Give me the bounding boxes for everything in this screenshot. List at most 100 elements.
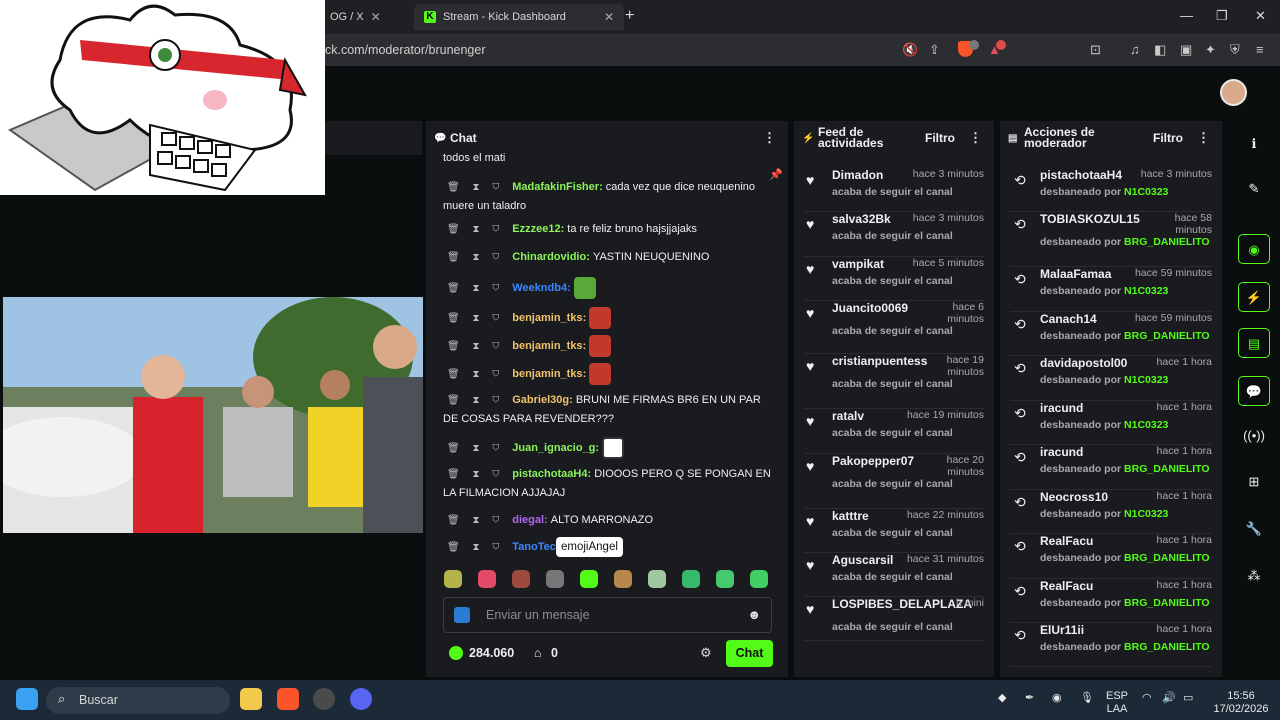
feed-item[interactable]: ♥ katttre hace 22 minutos acaba de seguir e…: [794, 509, 994, 553]
close-icon[interactable]: ✕: [604, 10, 614, 24]
tray-app2-icon[interactable]: ◉: [1052, 692, 1062, 705]
apps-icon[interactable]: ⁂: [1238, 561, 1270, 591]
mod-action-item[interactable]: ⟲ davidapostol00 hace 1 hora desbaneado por…: [1000, 356, 1222, 401]
feed-user[interactable]: Juancito0069: [832, 301, 908, 315]
tab-x[interactable]: OG / X ✕: [320, 4, 410, 30]
wrench-icon[interactable]: 🔧: [1238, 514, 1270, 544]
pin-icon[interactable]: 📌: [769, 168, 783, 181]
emoji-item[interactable]: [512, 570, 530, 588]
broadcast-icon[interactable]: ((•)): [1238, 421, 1270, 451]
mod-action-item[interactable]: ⟲ RealFacu hace 1 hora desbaneado por BRG_D…: [1000, 534, 1222, 579]
battery-icon[interactable]: ▭: [1183, 692, 1193, 705]
feed-item[interactable]: ♥ vampikat hace 5 minutos acaba de seguir e…: [794, 257, 994, 301]
chat-username[interactable]: TanoTec: [512, 541, 556, 553]
mod-target-user[interactable]: iracund: [1040, 401, 1083, 415]
emoji-item[interactable]: [546, 570, 564, 588]
chat-username[interactable]: Ezzzee12: [512, 223, 560, 235]
feed-user[interactable]: katttre: [832, 509, 869, 523]
feed-user[interactable]: cristianpuentess: [832, 354, 927, 368]
emoji-item[interactable]: [580, 570, 598, 588]
avatar[interactable]: [1220, 79, 1247, 106]
url-text[interactable]: ck.com/moderator/brunenger: [325, 43, 486, 57]
chat-username[interactable]: Juan_ignacio_g: [512, 442, 595, 454]
media-icon[interactable]: ♫: [1130, 42, 1140, 57]
emoji-item[interactable]: [648, 570, 666, 588]
info-icon[interactable]: ℹ: [1238, 129, 1270, 159]
menu-icon[interactable]: ≡: [1256, 42, 1264, 57]
wifi-icon[interactable]: ◠: [1142, 692, 1152, 705]
chat-username[interactable]: benjamin_tks: [512, 340, 582, 352]
mod-actor[interactable]: BRG_DANIELITO: [1124, 597, 1210, 609]
chat-emote[interactable]: [589, 307, 612, 329]
mod-tools-icons[interactable]: 🗑 ⧗ ⛉: [447, 515, 512, 526]
feed-user[interactable]: LOSPIBES_DELAPLAZA: [832, 597, 972, 611]
new-tab-button[interactable]: +: [625, 7, 634, 25]
mod-tools-icons[interactable]: 🗑 ⧗ ⛉: [447, 395, 512, 406]
mod-target-user[interactable]: TOBIASKOZUL15: [1040, 212, 1140, 226]
vpn-icon[interactable]: ⛨: [1230, 42, 1240, 58]
emoji-item[interactable]: [716, 570, 734, 588]
chat-username[interactable]: MadafakinFisher: [512, 181, 599, 193]
feed-user[interactable]: salva32Bk: [832, 212, 891, 226]
chat-username[interactable]: Chinardovidio: [512, 251, 586, 263]
mod-action-item[interactable]: ⟲ pistachotaaH4 hace 3 minutos desbaneado p…: [1000, 168, 1222, 212]
mod-action-item[interactable]: ⟲ MalaaFamaa hace 59 minutos desbaneado por…: [1000, 267, 1222, 312]
tab-kick-dashboard[interactable]: K Stream - Kick Dashboard ✕: [414, 4, 624, 30]
mod-tools-icons[interactable]: 🗑 ⧗ ⛉: [447, 469, 512, 480]
wallet-icon[interactable]: ▣: [1180, 42, 1192, 58]
mod-actor[interactable]: N1C0323: [1124, 508, 1168, 520]
emoji-item[interactable]: [444, 570, 462, 588]
mod-actor[interactable]: BRG_DANIELITO: [1124, 330, 1210, 342]
emoji-item[interactable]: [750, 570, 768, 588]
layout-icon[interactable]: ⊞: [1238, 467, 1270, 497]
reader-icon[interactable]: ⊡: [1090, 42, 1101, 58]
mod-target-user[interactable]: ElUr11ii: [1040, 623, 1084, 637]
brave-browser-icon[interactable]: [277, 688, 299, 710]
feed-item[interactable]: ♥ cristianpuentess hace 19 minutos acaba de…: [794, 354, 994, 409]
edit-icon[interactable]: ✎: [1238, 174, 1270, 204]
mod-target-user[interactable]: Neocross10: [1040, 490, 1108, 504]
window-close-icon[interactable]: ✕: [1255, 8, 1266, 24]
taskbar-search[interactable]: ⌕ Buscar: [46, 687, 230, 714]
feed-item[interactable]: ♥ ratalv hace 19 minutos acaba de seguir el…: [794, 409, 994, 454]
mod-tools-icons[interactable]: 🗑 ⧗ ⛉: [447, 313, 512, 324]
mod-actor[interactable]: BRG_DANIELITO: [1124, 463, 1210, 475]
mod-target-user[interactable]: davidapostol00: [1040, 356, 1127, 370]
chat-username[interactable]: benjamin_tks: [512, 368, 582, 380]
mod-actor[interactable]: BRG_DANIELITO: [1124, 552, 1210, 564]
feed-options-icon[interactable]: ⋮: [969, 130, 982, 146]
mod-tools-icons[interactable]: 🗑 ⧗ ⛉: [447, 283, 512, 294]
volume-icon[interactable]: 🔊: [1162, 692, 1176, 705]
chat-username[interactable]: pistachotaaH4: [512, 468, 587, 480]
chat-bubble-icon[interactable]: 💬: [1238, 376, 1270, 406]
chat-emote[interactable]: [589, 363, 612, 385]
feed-item[interactable]: ♥ Aguscarsil hace 31 minutos acaba de segui…: [794, 553, 994, 597]
emoji-item[interactable]: [478, 570, 496, 588]
mod-target-user[interactable]: RealFacu: [1040, 579, 1093, 593]
mod-actor[interactable]: BRG_DANIELITO: [1124, 641, 1210, 653]
feed-user[interactable]: Dimadon: [832, 168, 883, 182]
kick-emote-icon[interactable]: [454, 607, 470, 623]
feed-item[interactable]: ♥ salva32Bk hace 3 minutos acaba de seguir …: [794, 212, 994, 257]
feed-filter-button[interactable]: Filtro: [925, 131, 955, 145]
mod-tools-icons[interactable]: 🗑 ⧗ ⛉: [447, 341, 512, 352]
mod-action-item[interactable]: ⟲ Canach14 hace 59 minutos desbaneado por B…: [1000, 312, 1222, 356]
mod-actor[interactable]: N1C0323: [1124, 419, 1168, 431]
feed-user[interactable]: Aguscarsil: [832, 553, 893, 567]
chat-emote[interactable]: [589, 335, 612, 357]
language-indicator[interactable]: ESP LAA: [1103, 690, 1131, 716]
windows-start-icon[interactable]: [16, 688, 38, 710]
mod-action-item[interactable]: ⟲ TOBIASKOZUL15 hace 58 minutos desbaneado …: [1000, 212, 1222, 267]
mod-tools-icons[interactable]: 🗑 ⧗ ⛉: [447, 252, 512, 263]
feed-item[interactable]: ♥ LOSPIBES_DELAPLAZA h mini acaba de seguir…: [794, 597, 994, 641]
tray-pen-icon[interactable]: ✒: [1025, 692, 1034, 705]
mod-target-user[interactable]: RealFacu: [1040, 534, 1093, 548]
mod-action-item[interactable]: ⟲ ElUr11ii hace 1 hora desbaneado por BRG_D…: [1000, 623, 1222, 667]
mod-tools-icons[interactable]: 🗑 ⧗ ⛉: [447, 369, 512, 380]
mod-target-user[interactable]: Canach14: [1040, 312, 1097, 326]
stream-video-preview[interactable]: [3, 297, 423, 533]
chat-input[interactable]: Enviar un mensaje ☻: [443, 597, 772, 633]
list-icon[interactable]: ▤: [1238, 328, 1270, 358]
minimize-icon[interactable]: —: [1180, 8, 1193, 23]
mod-action-item[interactable]: ⟲ iracund hace 1 hora desbaneado por BRG_DA…: [1000, 445, 1222, 490]
